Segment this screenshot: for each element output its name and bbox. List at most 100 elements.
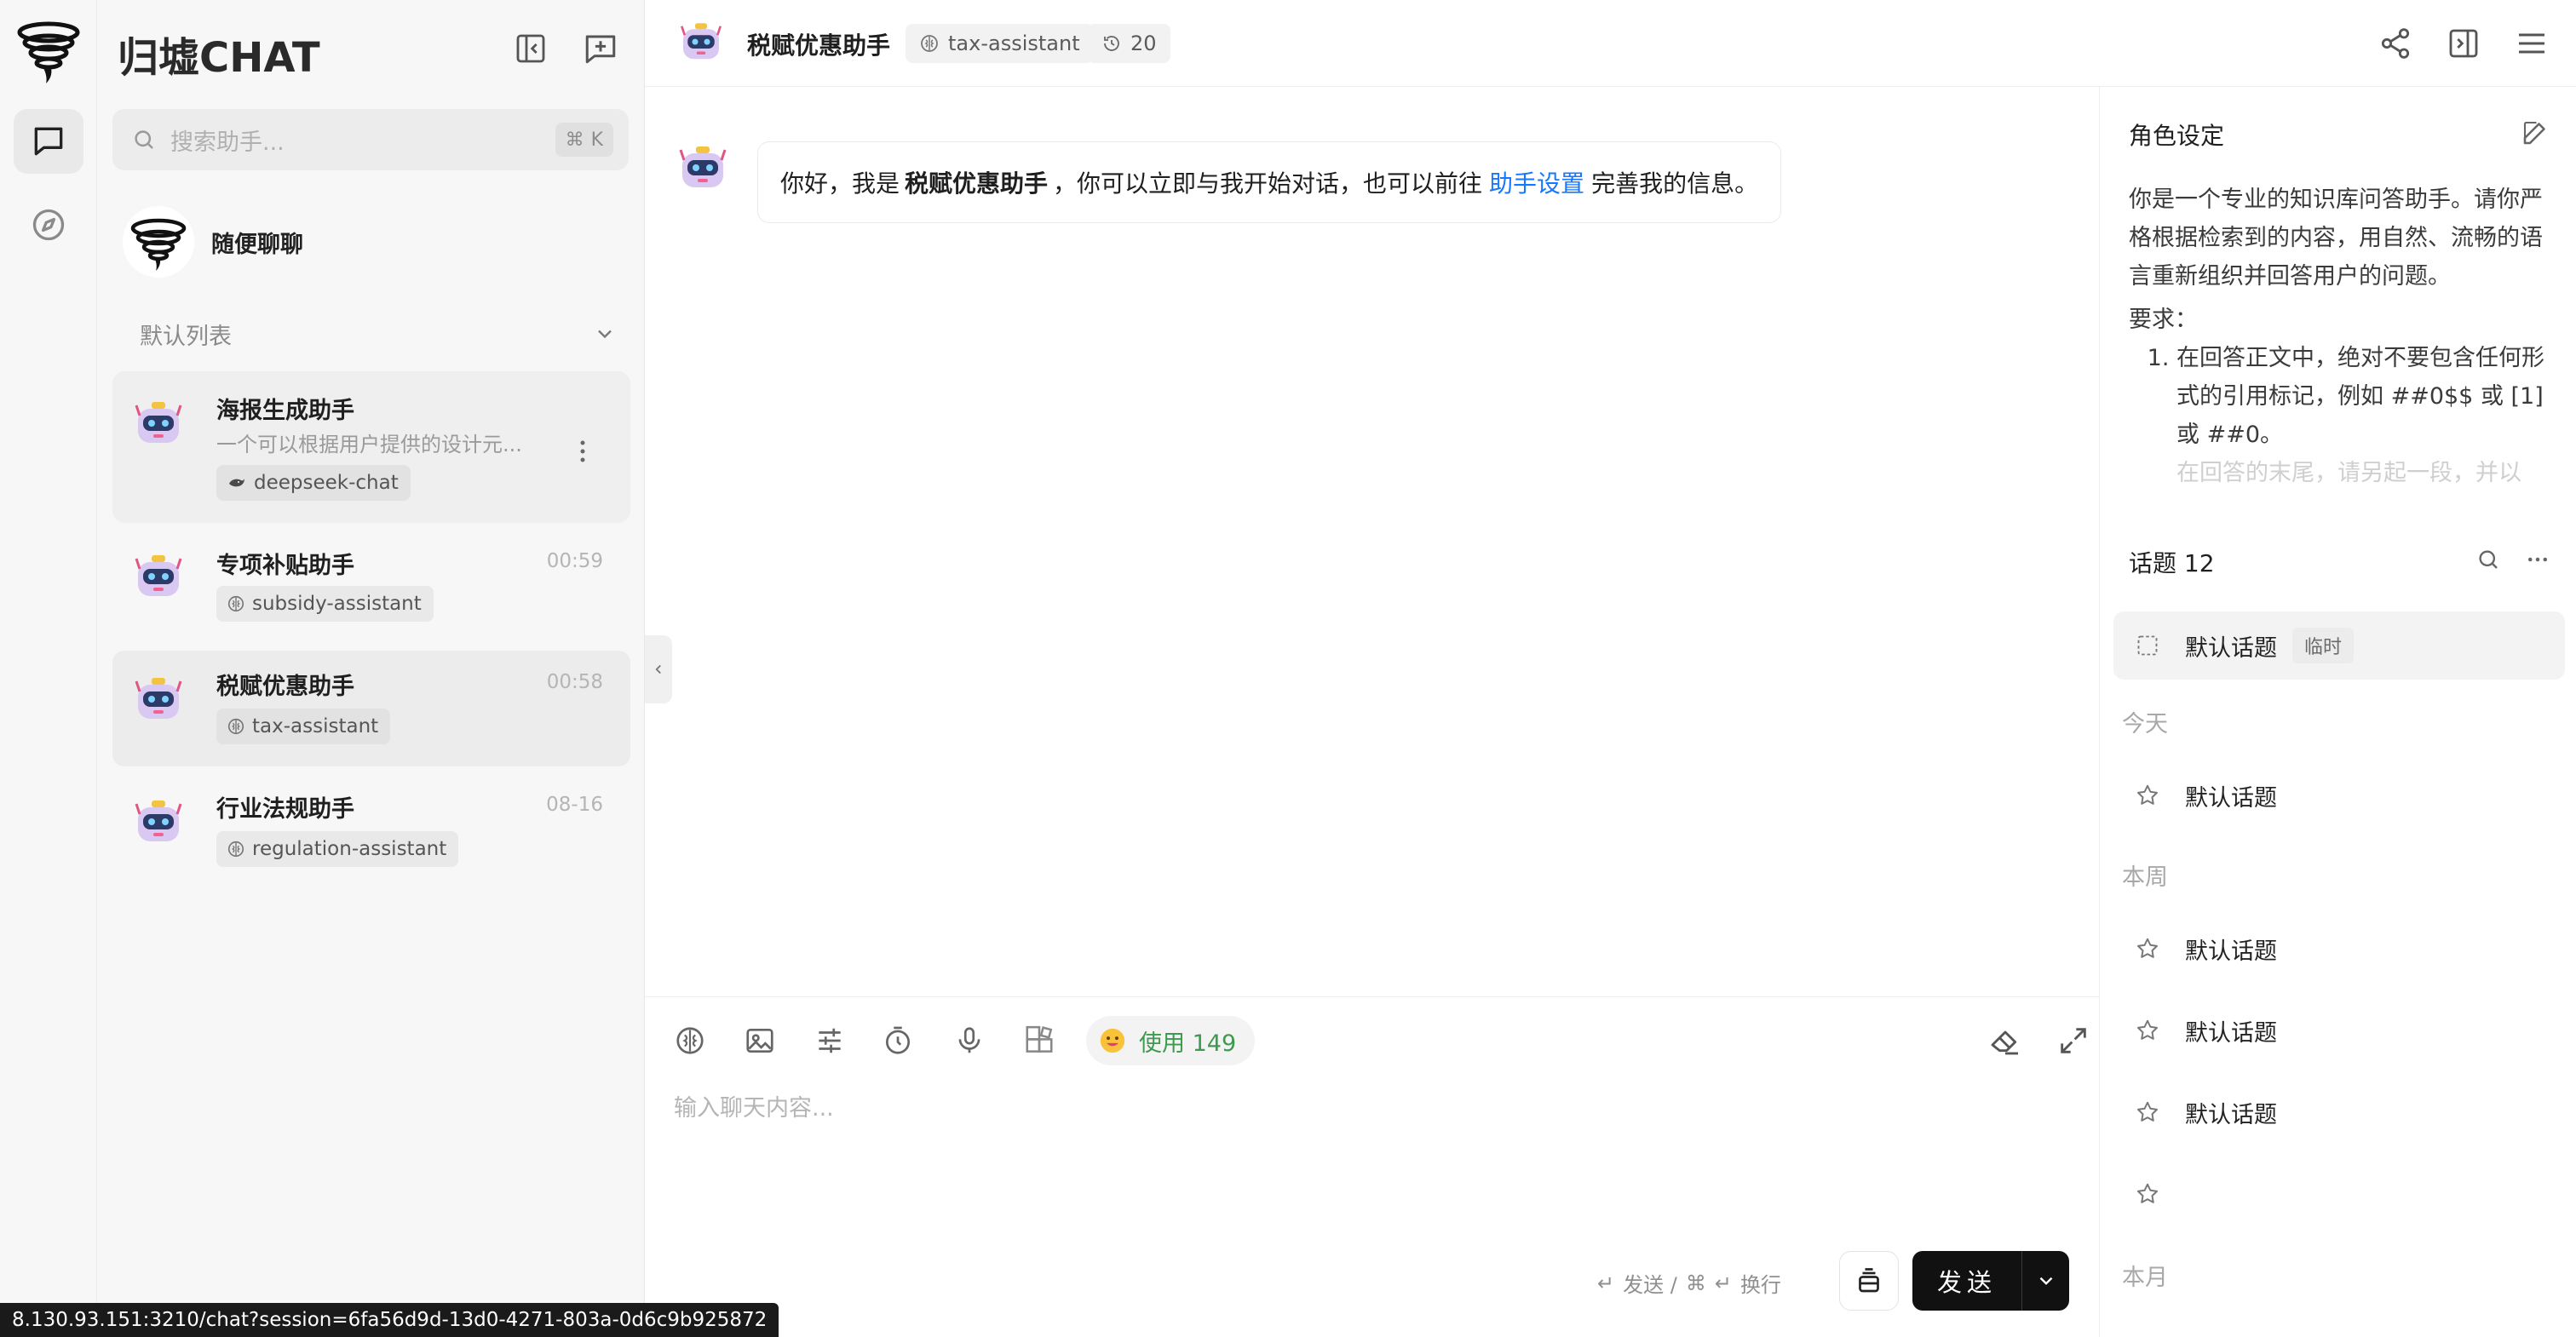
role-intro: 你是一个专业的知识库问答助手。请你严格根据检索到的内容，用自然、流畅的语言重新组… — [2129, 186, 2543, 290]
menu-button[interactable] — [2512, 24, 2551, 63]
save-topic-button[interactable] — [1839, 1251, 1899, 1311]
more-vertical-icon[interactable] — [574, 434, 591, 468]
right-panel: 角色设定 你是一个专业的知识库问答助手。请你严格根据检索到的内容，用自然、流畅的… — [2099, 87, 2576, 1337]
search-icon[interactable] — [2475, 547, 2501, 572]
agent-sidebar: 归墟CHAT 搜索助手... ⌘ K 随便聊聊 默认列表 海报生成助手 一个可以… — [97, 0, 645, 1337]
star-icon[interactable] — [2134, 1180, 2161, 1208]
microphone-icon — [958, 1027, 980, 1053]
blocks-icon — [1026, 1025, 1053, 1053]
agent-desc: 一个可以根据用户提供的设计元... — [216, 433, 522, 456]
clear-button[interactable] — [1986, 1021, 2025, 1060]
agent-item-regulation[interactable]: 行业法规助手 08-16 regulation-assistant — [112, 773, 630, 889]
star-icon[interactable] — [2134, 935, 2161, 962]
archive-box-icon — [1859, 1268, 1879, 1293]
topic-item[interactable]: 默认话题 — [2113, 1078, 2565, 1146]
edit-icon[interactable] — [2520, 118, 2550, 148]
message-bubble: 你好，我是 税赋优惠助手 ，你可以立即与我开始对话，也可以前往 助手设置 完善我… — [757, 141, 1782, 223]
topic-item[interactable]: 默认话题 — [2113, 915, 2565, 983]
panel-left-icon — [516, 34, 545, 63]
search-placeholder: 搜索助手... — [170, 129, 285, 156]
timer-icon — [885, 1026, 911, 1054]
agent-model-label: tax-assistant — [252, 715, 379, 737]
rail-discover-button[interactable] — [14, 192, 83, 257]
topic-group-month: 本月 — [2122, 1265, 2168, 1291]
chat-input[interactable]: 输入聊天内容... — [674, 1089, 834, 1122]
chat-composer: 使用 149 输入聊天内容... ↵ 发送 / ⌘ ↵ 换行 发送 — [645, 996, 2099, 1337]
topic-group-week: 本周 — [2122, 864, 2168, 891]
agent-model-label: regulation-assistant — [252, 838, 447, 860]
robot-avatar-icon — [135, 678, 182, 719]
sidebar-collapse-handle[interactable] — [645, 635, 672, 703]
role-prompt[interactable]: 你是一个专业的知识库问答助手。请你严格根据检索到的内容，用自然、流畅的语言重新组… — [2129, 181, 2555, 483]
app-root: 归墟CHAT 搜索助手... ⌘ K 随便聊聊 默认列表 海报生成助手 一个可以… — [0, 0, 2576, 1337]
random-chat-label: 随便聊聊 — [211, 231, 303, 258]
chat-header: 税赋优惠助手 tax-assistant 20 — [645, 0, 2576, 87]
chevron-left-icon — [655, 664, 661, 674]
agent-group-header[interactable]: 默认列表 — [140, 317, 617, 351]
topic-item[interactable] — [2113, 1160, 2565, 1228]
token-usage-pill[interactable]: 使用 149 — [1086, 1016, 1256, 1065]
hint-newline: 换行 — [1739, 1273, 1781, 1297]
agent-item-tax[interactable]: 税赋优惠助手 00:58 tax-assistant — [112, 651, 630, 766]
send-button[interactable]: 发送 — [1912, 1251, 2069, 1311]
topic-item[interactable]: 默认话题 — [2113, 996, 2565, 1064]
topic-label: 默认话题 — [2185, 1101, 2277, 1128]
send-options-button[interactable] — [2022, 1270, 2069, 1292]
hamburger-menu-icon — [2519, 33, 2544, 54]
agent-model-label: subsidy-assistant — [252, 593, 422, 615]
robot-avatar-icon — [135, 555, 182, 596]
vortex-logo-icon[interactable] — [15, 20, 82, 87]
robot-avatar-icon — [135, 402, 182, 443]
history-icon — [1104, 36, 1119, 51]
voice-input-button[interactable] — [950, 1021, 989, 1060]
agent-item-subsidy[interactable]: 专项补贴助手 00:59 subsidy-assistant — [112, 530, 630, 646]
model-chip[interactable]: tax-assistant — [906, 24, 1094, 63]
topic-item-active[interactable]: 默认话题 临时 — [2113, 611, 2565, 680]
upload-image-button[interactable] — [740, 1021, 779, 1060]
agent-item-poster[interactable]: 海报生成助手 一个可以根据用户提供的设计元... deepseek-chat — [112, 371, 630, 523]
topic-item[interactable]: 默认话题 — [2113, 761, 2565, 829]
share-button[interactable] — [2376, 24, 2415, 63]
robot-avatar-icon[interactable] — [676, 141, 730, 196]
expand-input-button[interactable] — [2054, 1021, 2093, 1060]
plugins-button[interactable] — [1020, 1021, 1059, 1060]
robot-avatar-icon[interactable] — [677, 19, 725, 66]
requirement-item: 在回答正文中，绝对不要包含任何形式的引用标记，例如 ##0$$ 或 [1] 或 … — [2176, 339, 2555, 454]
temporary-badge: 临时 — [2292, 628, 2355, 663]
more-horizontal-icon[interactable] — [2525, 547, 2550, 572]
star-icon[interactable] — [2134, 1099, 2161, 1126]
new-chat-button[interactable] — [579, 27, 622, 70]
params-button[interactable] — [810, 1021, 849, 1060]
rail-chat-button[interactable] — [14, 109, 83, 174]
topic-group-today: 今天 — [2122, 711, 2168, 737]
agent-settings-link[interactable]: 助手设置 — [1489, 165, 1584, 199]
random-chat-item[interactable]: 随便聊聊 — [123, 206, 303, 278]
shortcut-key: K — [590, 129, 603, 151]
search-input[interactable]: 搜索助手... ⌘ K — [112, 109, 629, 170]
brain-icon — [227, 595, 244, 612]
message-text-3: 完善我的信息。 — [1591, 169, 1759, 198]
agent-model-tag: regulation-assistant — [216, 831, 459, 867]
agent-model-tag: tax-assistant — [216, 709, 391, 744]
star-icon[interactable] — [2134, 782, 2161, 809]
hint-send: 发送 / — [1623, 1273, 1677, 1297]
star-icon[interactable] — [2134, 1017, 2161, 1044]
topic-label: 默认话题 — [2185, 938, 2277, 965]
agent-name: 海报生成助手 — [216, 398, 354, 424]
agent-name: 专项补贴助手 — [216, 553, 354, 579]
chevron-down-icon — [598, 330, 612, 339]
brain-icon — [227, 718, 244, 735]
history-limit-button[interactable] — [878, 1021, 917, 1060]
agent-name: 税赋优惠助手 — [216, 674, 354, 700]
expand-icon — [2061, 1028, 2086, 1053]
chevron-down-icon — [2039, 1277, 2052, 1285]
toggle-right-panel-button[interactable] — [2444, 24, 2483, 63]
model-select-button[interactable] — [670, 1021, 710, 1060]
topic-label: 默认话题 — [2185, 634, 2277, 662]
chat-title: 税赋优惠助手 — [747, 32, 891, 60]
history-chip[interactable]: 20 — [1088, 24, 1170, 63]
collapse-sidebar-button[interactable] — [509, 27, 552, 70]
enter-key-icon: ↵ — [1714, 1271, 1732, 1295]
agent-model-tag: deepseek-chat — [216, 465, 411, 501]
group-title: 默认列表 — [140, 323, 232, 350]
